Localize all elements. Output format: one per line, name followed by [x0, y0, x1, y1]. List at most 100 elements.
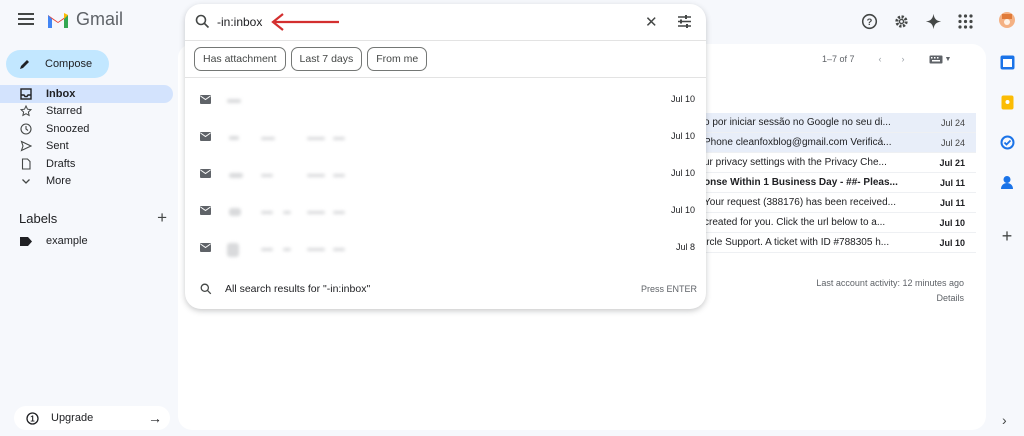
email-snippet: Phone cleanfoxblog@gmail.com Verificá... — [704, 137, 892, 148]
star-icon — [20, 105, 32, 117]
avatar-icon[interactable] — [999, 12, 1015, 28]
pager-count: 1–7 of 7 — [822, 54, 855, 64]
email-row[interactable]: o por iniciar sessão no Google no seu di… — [704, 113, 976, 133]
envelope-icon — [200, 169, 211, 178]
sidebar-item-sent[interactable]: Sent — [0, 138, 173, 156]
main-menu-button[interactable] — [14, 10, 38, 34]
sidebar-item-starred[interactable]: Starred — [0, 103, 173, 121]
get-addons-plus-icon[interactable]: + — [999, 226, 1015, 246]
chip-has-attachment[interactable]: Has attachment — [194, 47, 286, 71]
email-list: o por iniciar sessão no Google no seu di… — [704, 113, 976, 253]
divider — [185, 77, 706, 78]
redacted-text — [225, 89, 395, 113]
result-date: Jul 10 — [670, 205, 695, 215]
email-snippet: ur privacy settings with the Privacy Che… — [704, 157, 887, 168]
email-row[interactable]: ur privacy settings with the Privacy Che… — [704, 153, 976, 173]
gmail-m-icon — [48, 12, 68, 28]
upgrade-one-icon: 1 — [26, 411, 39, 425]
last-activity-text: Last account activity: 12 minutes ago — [816, 278, 964, 288]
search-chips: Has attachment Last 7 days From me — [194, 47, 428, 71]
clear-search-close-icon[interactable]: ✕ — [645, 13, 658, 31]
sidebar-item-inbox[interactable]: Inbox — [0, 85, 173, 103]
search-input[interactable]: -in:inbox — [217, 15, 262, 29]
help-icon[interactable]: ? — [858, 10, 880, 32]
result-date: Jul 8 — [675, 242, 695, 252]
email-date: Jul 24 — [940, 137, 965, 148]
keep-icon[interactable] — [999, 94, 1015, 110]
email-date: Jul 10 — [939, 217, 965, 228]
chip-from-me[interactable]: From me — [367, 47, 428, 71]
tasks-icon[interactable] — [999, 134, 1015, 150]
email-row[interactable]: created for you. Click the url below to … — [704, 213, 976, 233]
redacted-text — [225, 163, 395, 187]
search-dropdown: -in:inbox ✕ Has attachment Last 7 days F… — [185, 4, 706, 309]
next-page-chevron-icon[interactable]: › — [902, 54, 905, 64]
sidebar-item-label: More — [46, 175, 72, 188]
search-suggestions: Jul 10 Jul 10 Jul 10 Jul 10 Jul 8 — [185, 84, 706, 269]
label-tag-icon — [20, 236, 32, 246]
chip-last-7-days[interactable]: Last 7 days — [290, 47, 363, 71]
search-result-item[interactable]: Jul 10 — [185, 195, 706, 232]
all-search-results-row[interactable]: All search results for "-in:inbox" Press… — [185, 278, 706, 300]
draft-icon — [20, 158, 32, 170]
email-subject: onse Within 1 Business Day - ##- Pleas..… — [704, 177, 898, 188]
envelope-icon — [200, 95, 211, 104]
chevron-down-icon — [20, 175, 32, 187]
sidebar-item-label: Starred — [46, 105, 83, 118]
search-result-item[interactable]: Jul 10 — [185, 121, 706, 158]
add-label-plus-icon[interactable]: + — [157, 208, 167, 228]
sidebar-nav: Inbox Starred Snoozed Sent Drafts More — [0, 85, 173, 190]
clock-icon — [20, 123, 32, 135]
search-result-item[interactable]: Jul 8 — [185, 232, 706, 269]
label-item[interactable]: example — [20, 235, 88, 247]
labels-heading: Labels — [19, 210, 58, 226]
email-row[interactable]: onse Within 1 Business Day - ##- Pleas..… — [704, 173, 976, 193]
sidebar-item-snoozed[interactable]: Snoozed — [0, 120, 173, 138]
sidebar-item-label: Snoozed — [46, 122, 90, 135]
sidebar-item-label: Inbox — [46, 87, 76, 100]
calendar-icon[interactable] — [999, 54, 1015, 70]
sidebar-item-label: Drafts — [46, 157, 76, 170]
email-row[interactable]: Your request (388176) has been received.… — [704, 193, 976, 213]
gmail-logo[interactable]: Gmail — [46, 9, 123, 30]
compose-label: Compose — [45, 58, 93, 70]
settings-gear-icon[interactable] — [890, 10, 912, 32]
result-date: Jul 10 — [670, 131, 695, 141]
input-tools-keyboard-icon[interactable]: ▼ — [929, 55, 951, 64]
app-name: Gmail — [76, 9, 124, 29]
sidebar-item-more[interactable]: More — [0, 173, 173, 191]
email-date: Jul 11 — [939, 177, 965, 188]
apps-grid-icon[interactable] — [954, 10, 976, 32]
redacted-text — [225, 126, 395, 150]
sidebar-item-drafts[interactable]: Drafts — [0, 155, 173, 173]
details-link[interactable]: Details — [780, 291, 964, 306]
send-icon — [20, 140, 32, 152]
expand-side-panel-chevron-icon[interactable]: › — [1002, 412, 1007, 428]
svg-text:?: ? — [866, 16, 872, 26]
upgrade-button[interactable]: 1 Upgrade → — [14, 406, 170, 430]
gemini-sparkle-icon[interactable] — [922, 10, 944, 32]
email-date: Jul 10 — [939, 237, 965, 248]
pencil-icon — [20, 60, 29, 69]
contacts-icon[interactable] — [999, 174, 1015, 190]
redacted-text — [225, 237, 395, 261]
press-enter-hint: Press ENTER — [640, 284, 697, 294]
all-results-label: All search results for "-in:inbox" — [225, 283, 371, 295]
arrow-right-icon: → — [148, 410, 162, 426]
search-icon[interactable] — [195, 14, 210, 29]
search-result-item[interactable]: Jul 10 — [185, 84, 706, 121]
compose-button[interactable]: Compose — [6, 50, 109, 78]
search-options-tune-icon[interactable] — [677, 14, 692, 29]
email-snippet: ircle Support. A ticket with ID #788305 … — [704, 237, 890, 248]
upgrade-label: Upgrade — [51, 412, 94, 424]
search-bar[interactable]: -in:inbox ✕ — [185, 4, 706, 41]
email-date: Jul 11 — [939, 197, 965, 208]
email-row[interactable]: ircle Support. A ticket with ID #788305 … — [704, 233, 976, 253]
search-icon — [200, 283, 212, 295]
prev-page-chevron-icon[interactable]: ‹ — [879, 54, 882, 64]
result-date: Jul 10 — [670, 168, 695, 178]
search-result-item[interactable]: Jul 10 — [185, 158, 706, 195]
svg-text:1: 1 — [30, 414, 35, 423]
email-row[interactable]: Phone cleanfoxblog@gmail.com Verificá...… — [704, 133, 976, 153]
label-name: example — [46, 235, 88, 247]
